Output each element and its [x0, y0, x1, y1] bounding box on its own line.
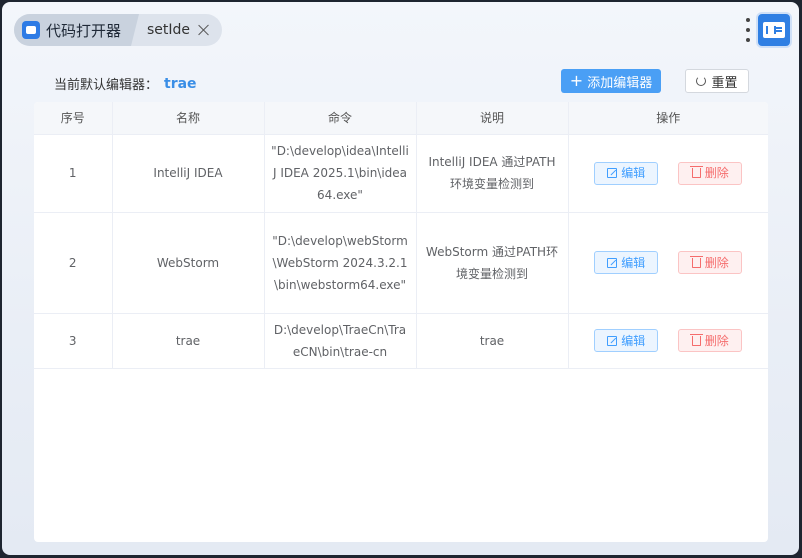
app-window: 代码打开器 setIde 当前默认编辑器： trae + 添加编辑器 重置 序号	[2, 2, 799, 555]
reset-label: 重置	[711, 75, 738, 91]
title-bar: 代码打开器 setIde	[2, 2, 799, 58]
add-editor-button[interactable]: + 添加编辑器	[561, 69, 661, 93]
cell-name: IntelliJ IDEA	[112, 134, 265, 213]
reset-button[interactable]: 重置	[685, 69, 749, 93]
trash-icon	[689, 166, 703, 178]
column-header-index: 序号	[34, 102, 113, 135]
default-editor-value: trae	[164, 75, 197, 92]
table-header-row: 序号 名称 命令 说明 操作	[34, 102, 768, 135]
tab-setide-label: setIde	[147, 22, 191, 38]
delete-label: 删除	[704, 333, 729, 348]
tab-app-label: 代码打开器	[46, 21, 122, 40]
edit-label: 编辑	[621, 255, 646, 270]
cell-name: trae	[112, 313, 265, 369]
cell-actions: 编辑 删除	[568, 134, 768, 213]
delete-button[interactable]: 删除	[678, 161, 743, 185]
column-header-command: 命令	[264, 102, 417, 135]
cell-command: D:\develop\TraeCn\TraeCN\bin\trae-cn	[264, 313, 417, 369]
cell-index: 1	[34, 134, 113, 213]
edit-button[interactable]: 编辑	[594, 251, 659, 274]
cell-name: WebStorm	[112, 212, 265, 314]
close-icon[interactable]	[198, 24, 210, 36]
cell-index: 3	[34, 313, 113, 369]
column-header-description: 说明	[416, 102, 569, 135]
delete-label: 删除	[704, 255, 729, 270]
edit-icon	[607, 335, 618, 346]
delete-button[interactable]: 删除	[678, 329, 743, 352]
delete-button[interactable]: 删除	[678, 251, 743, 274]
cell-description: trae	[416, 313, 569, 369]
table-row: 2 WebStorm "D:\develop\webStorm\WebStorm…	[34, 212, 768, 314]
cell-index: 2	[34, 212, 113, 314]
refresh-icon	[696, 76, 707, 86]
edit-icon	[607, 168, 618, 178]
edit-button[interactable]: 编辑	[594, 329, 659, 352]
delete-label: 删除	[704, 166, 729, 180]
add-editor-label: 添加编辑器	[587, 75, 653, 91]
tab-app[interactable]: 代码打开器	[14, 14, 140, 46]
app-icon	[22, 21, 40, 39]
tab-setide[interactable]: setIde	[131, 14, 216, 46]
default-editor-label: 当前默认编辑器：	[54, 78, 159, 93]
tab-strip: 代码打开器 setIde	[14, 14, 223, 46]
cell-command: "D:\develop\webStorm\WebStorm 2024.3.2.1…	[264, 212, 417, 314]
cell-command: "D:\develop\idea\IntelliJ IDEA 2025.1\bi…	[264, 134, 417, 213]
cell-description: WebStorm 通过PATH环境变量检测到	[416, 212, 569, 314]
edit-label: 编辑	[621, 333, 646, 348]
trash-icon	[689, 255, 703, 268]
cell-actions: 编辑 删除	[568, 313, 768, 369]
editor-table-card: 序号 名称 命令 说明 操作 1 IntelliJ IDEA "D:\devel…	[34, 102, 768, 542]
table-row: 3 trae D:\develop\TraeCn\TraeCN\bin\trae…	[34, 313, 768, 369]
default-editor-row: 当前默认编辑器： trae	[54, 74, 197, 94]
editor-table: 序号 名称 命令 说明 操作 1 IntelliJ IDEA "D:\devel…	[34, 102, 768, 369]
column-header-name: 名称	[112, 102, 265, 135]
edit-label: 编辑	[621, 166, 646, 180]
edit-button[interactable]: 编辑	[594, 161, 659, 185]
window-app-icon[interactable]	[756, 12, 792, 48]
edit-icon	[607, 257, 618, 268]
cell-description: IntelliJ IDEA 通过PATH环境变量检测到	[416, 134, 569, 213]
plus-icon: +	[569, 71, 584, 90]
column-header-actions: 操作	[568, 102, 768, 135]
more-vertical-icon[interactable]	[745, 18, 751, 42]
table-row: 1 IntelliJ IDEA "D:\develop\idea\Intelli…	[34, 134, 768, 213]
trash-icon	[689, 333, 703, 346]
cell-actions: 编辑 删除	[568, 212, 768, 314]
